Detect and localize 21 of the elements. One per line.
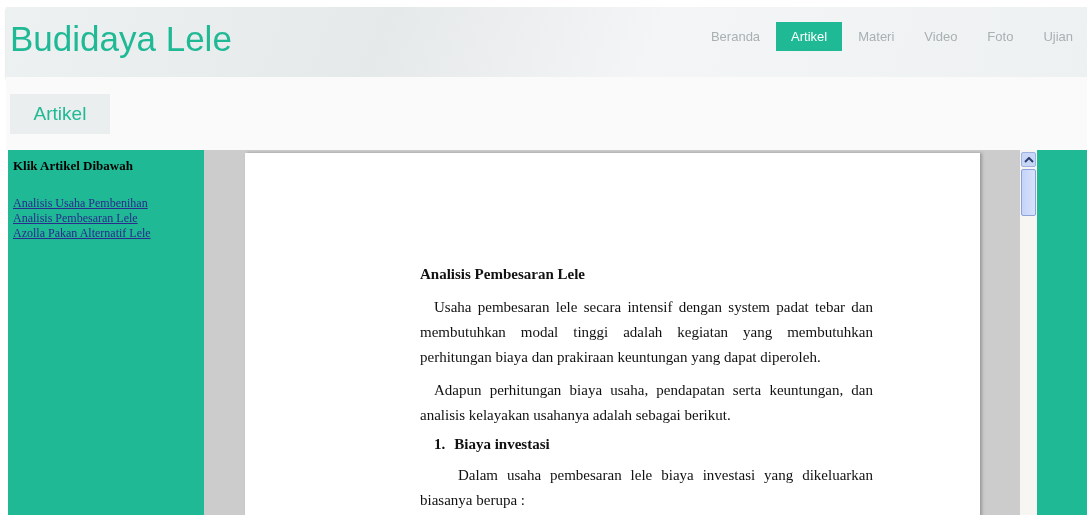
- page-heading: Artikel: [10, 93, 110, 134]
- document-heading: Analisis Pembesaran Lele: [420, 266, 586, 283]
- article-link[interactable]: Azolla Pakan Alternatif Lele: [13, 226, 151, 240]
- scroll-up-icon[interactable]: [1021, 152, 1036, 167]
- nav-tab[interactable]: Materi: [844, 21, 909, 51]
- paragraph: Usaha pembesaran lele secara intensif dengan system padat tebar dan membutuhkan modal tinggi adalah kegiatan yang membutuhkan perhitungan biaya dan prakiraan keuntungan yang dapat diperoleh.: [420, 298, 873, 367]
- scroll-thumb[interactable]: [1021, 169, 1036, 216]
- nav-tab[interactable]: Beranda: [696, 21, 775, 51]
- article-link[interactable]: Analisis Pembesaran Lele: [13, 211, 138, 225]
- sidebar-title: Klik Artikel Dibawah: [13, 158, 134, 174]
- scrollbar[interactable]: [1020, 150, 1037, 515]
- paragraph: Dalam usaha pembesaran lele biaya investasi yang dikeluarkan biasanya berupa :: [420, 466, 873, 510]
- nav-tab[interactable]: Artikel: [776, 21, 843, 51]
- site-title[interactable]: Budidaya Lele: [6, 19, 232, 59]
- article-link[interactable]: Analisis Usaha Pembenihan: [13, 196, 148, 210]
- nav-tab[interactable]: Foto: [973, 21, 1028, 51]
- list-heading: Biaya investasi: [454, 436, 550, 453]
- paragraph: Adapun perhitungan biaya usaha, pendapatan serta keuntungan, dan analisis kelayakan usahanya adalah sebagai berikut.: [420, 381, 873, 425]
- list-number: 1.: [434, 436, 446, 453]
- nav-tab[interactable]: Ujian: [1029, 21, 1087, 51]
- nav-tab[interactable]: Video: [910, 21, 972, 51]
